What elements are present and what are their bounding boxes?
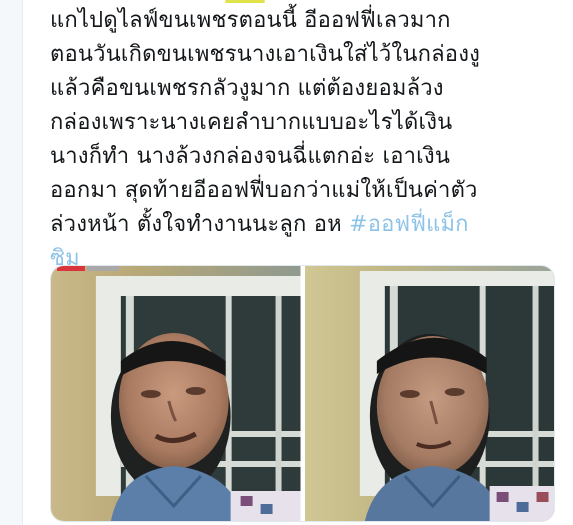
tweet-line: แล้วคือขนเพชรกลัวงูมาก แต่ต้องยอมล้วง [50, 76, 444, 101]
tweet-line-text: ล่วงหน้า ตั้งใจทำงานนะลูก อห [50, 212, 350, 237]
tweet-body: แกไปดูไลฟ์ขนเพชรตอนนี้ อีออฟฟี่เลวมาก ตอ… [50, 4, 565, 276]
timeline-rail [0, 0, 23, 525]
tweet-line: นางก็ทำ นางล้วงกล่องจนฉี่แตกอ่ะ เอาเงิน [50, 144, 451, 169]
media-grid [50, 265, 555, 522]
tweet-line: ออกมา สุดท้ายอีออฟฟี่บอกว่าแม่ให้เป็นค่า… [50, 178, 478, 203]
hashtag-link[interactable]: #ออฟฟี่แม็ก [349, 212, 469, 237]
top-accent-bar [225, 0, 265, 3]
photo-right-image [304, 266, 554, 521]
tweet-line-with-hashtag: ล่วงหน้า ตั้งใจทำงานนะลูก อห #ออฟฟี่แม็ก [50, 208, 565, 242]
tweet-line: กล่องเพราะนางเคยลำบากแบบอะไรได้เงิน [50, 110, 453, 135]
tweet-line: แกไปดูไลฟ์ขนเพชรตอนนี้ อีออฟฟี่เลวมาก [50, 8, 451, 33]
tweet-line: ตอนวันเกิดขนเพชรนางเอาเงินใส่ไว้ในกล่องง… [50, 42, 481, 67]
media-image-right[interactable] [304, 266, 554, 521]
tweet-page: แกไปดูไลฟ์ขนเพชรตอนนี้ อีออฟฟี่เลวมาก ตอ… [0, 0, 573, 525]
media-image-left[interactable] [51, 266, 301, 521]
photo-left-image [51, 266, 301, 521]
